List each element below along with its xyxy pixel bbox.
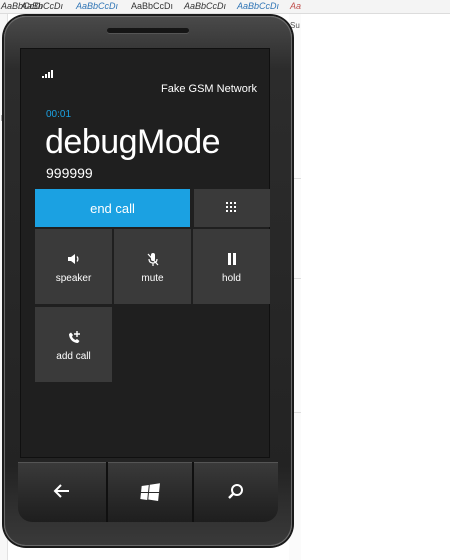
call-timer: 00:01 (46, 109, 72, 120)
phone-emulator: Fake GSM Network 00:01 debugMode 999999 … (4, 16, 292, 546)
microphone-muted-icon (114, 253, 191, 269)
back-hardware-key[interactable] (18, 462, 106, 522)
signal-strength-icon (42, 70, 56, 78)
speaker-label: speaker (55, 273, 92, 284)
add-call-icon (35, 331, 112, 347)
add-call-label: add call (56, 351, 91, 362)
hold-label: hold (222, 273, 241, 284)
end-call-label: end call (90, 201, 135, 216)
style-sample-6[interactable]: AaBbCcDı (237, 1, 279, 11)
network-name: Fake GSM Network (161, 83, 257, 95)
style-sample-3[interactable]: AaBbCcDı (76, 1, 118, 11)
start-hardware-key[interactable] (108, 462, 192, 522)
speaker-button[interactable]: speaker (35, 229, 112, 304)
speaker-icon (35, 253, 112, 267)
windows-logo-icon (140, 483, 160, 501)
earpiece (107, 28, 189, 33)
back-arrow-icon (53, 484, 69, 498)
caller-number: 999999 (46, 165, 93, 181)
keypad-button[interactable] (194, 189, 270, 227)
phone-screen: Fake GSM Network 00:01 debugMode 999999 … (20, 48, 270, 458)
document-right-text: Su (290, 21, 300, 30)
mute-label: mute (141, 273, 164, 284)
word-style-gallery: AaBbCcDı AaBbCcDı AaBbCcDı AaBbCcDı AaBb… (0, 0, 450, 14)
add-call-button[interactable]: add call (35, 307, 112, 382)
hold-button[interactable]: hold (193, 229, 270, 304)
caller-name: debugMode (45, 123, 221, 161)
search-icon (228, 484, 243, 499)
end-call-button[interactable]: end call (35, 189, 190, 227)
style-sample-5[interactable]: AaBbCcDı (184, 1, 226, 11)
pause-icon (193, 253, 270, 267)
search-hardware-key[interactable] (194, 462, 278, 522)
keypad-icon (226, 202, 238, 212)
style-sample-7[interactable]: Aa (290, 1, 301, 11)
style-sample-4[interactable]: AaBbCcDı (131, 1, 173, 11)
mute-button[interactable]: mute (114, 229, 191, 304)
style-sample-2[interactable]: AaBbCcDı (21, 1, 63, 11)
